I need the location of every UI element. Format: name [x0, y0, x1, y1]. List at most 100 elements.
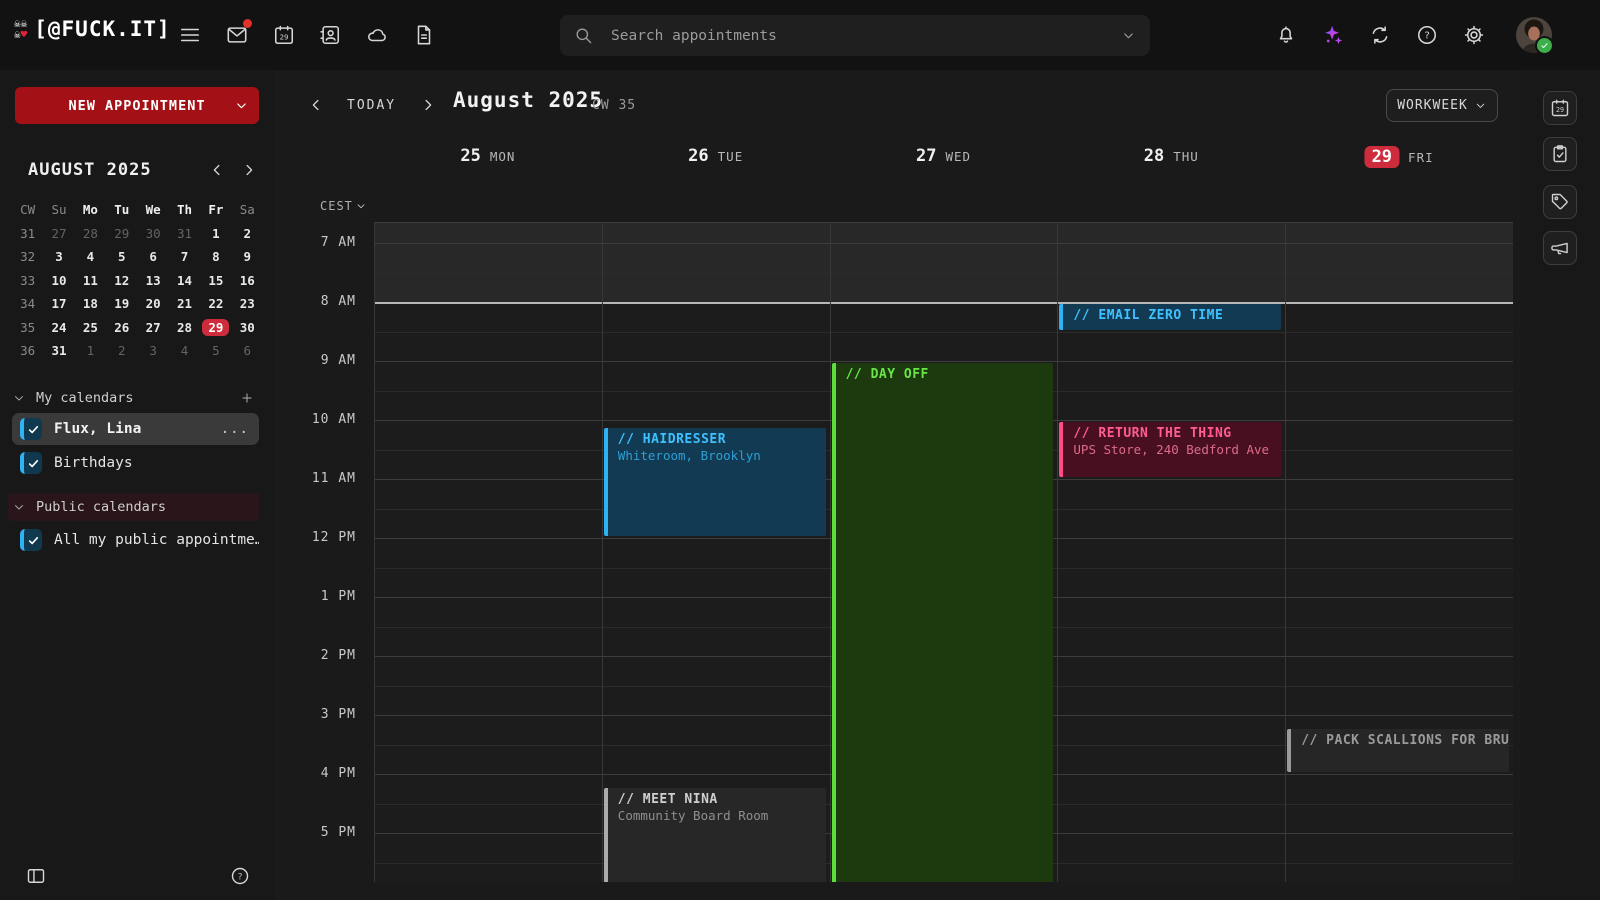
- minical-day[interactable]: 4: [75, 245, 106, 269]
- minical-day[interactable]: 24: [43, 316, 74, 340]
- calendar-grid[interactable]: // HAIDRESSERWhiteroom, Brooklyn // MEET …: [374, 222, 1513, 882]
- minical-day[interactable]: 28: [75, 222, 106, 246]
- minical-day[interactable]: 10: [43, 269, 74, 293]
- minical-day[interactable]: 14: [169, 269, 200, 293]
- minical-day[interactable]: 20: [138, 292, 169, 316]
- notifications-icon[interactable]: [1275, 24, 1297, 46]
- minical-day[interactable]: 30: [232, 316, 263, 340]
- event-return-the-thing[interactable]: // RETURN THE THINGUPS Store, 240 Bedfor…: [1059, 422, 1281, 477]
- day-header[interactable]: 26TUE: [688, 146, 743, 166]
- minical-day[interactable]: 13: [138, 269, 169, 293]
- app-window: ☠☠ ☠♥ [@FUCK.IT] 29: [0, 0, 1600, 900]
- settings-icon[interactable]: [1463, 24, 1485, 46]
- minical-day[interactable]: 29: [106, 222, 137, 246]
- public-calendars-section-header[interactable]: Public calendars: [12, 495, 262, 519]
- more-options-icon[interactable]: ...: [221, 421, 249, 437]
- minical-day[interactable]: 22: [200, 292, 231, 316]
- event-haidresser[interactable]: // HAIDRESSERWhiteroom, Brooklyn: [604, 428, 826, 536]
- next-week-chevron-icon[interactable]: [419, 96, 437, 114]
- minical-day[interactable]: 2: [232, 222, 263, 246]
- minical-day[interactable]: 4: [169, 339, 200, 363]
- calendar-icon[interactable]: 29: [273, 24, 295, 46]
- minical-day[interactable]: 19: [106, 292, 137, 316]
- calendar-item-birthdays[interactable]: Birthdays: [12, 447, 259, 479]
- prev-week-chevron-icon[interactable]: [307, 96, 325, 114]
- ai-sparkle-icon[interactable]: [1322, 24, 1344, 46]
- my-calendars-section-header[interactable]: My calendars: [12, 386, 262, 410]
- minical-day[interactable]: 1: [75, 339, 106, 363]
- new-appointment-button[interactable]: NEW APPOINTMENT: [15, 87, 259, 124]
- minical-next-button[interactable]: [240, 161, 258, 179]
- minical-day[interactable]: 3: [43, 245, 74, 269]
- event-title-prefix: //: [618, 432, 643, 447]
- minical-day[interactable]: 11: [75, 269, 106, 293]
- minical-day[interactable]: 30: [138, 222, 169, 246]
- minical-day[interactable]: 29: [200, 316, 231, 340]
- minical-day[interactable]: 18: [75, 292, 106, 316]
- contacts-icon[interactable]: [319, 24, 341, 46]
- minical-day[interactable]: 3: [138, 339, 169, 363]
- minical-day[interactable]: 5: [106, 245, 137, 269]
- help-icon[interactable]: ?: [1416, 24, 1438, 46]
- minical-day[interactable]: 1: [200, 222, 231, 246]
- help-mini-icon[interactable]: ?: [230, 866, 250, 886]
- calendar-item-flux-lina[interactable]: Flux, Lina ...: [12, 413, 259, 445]
- minical-day[interactable]: 27: [138, 316, 169, 340]
- notes-icon[interactable]: [413, 24, 435, 46]
- day-header[interactable]: 27WED: [916, 146, 971, 166]
- minical-day[interactable]: 31: [169, 222, 200, 246]
- timezone-selector[interactable]: CEST: [320, 199, 367, 213]
- mail-icon[interactable]: [226, 24, 248, 46]
- minical-day[interactable]: 6: [138, 245, 169, 269]
- menu-icon[interactable]: [179, 24, 201, 46]
- today-button[interactable]: TODAY: [341, 97, 402, 114]
- minical-day[interactable]: 23: [232, 292, 263, 316]
- minical-day[interactable]: 5: [200, 339, 231, 363]
- sync-icon[interactable]: [1369, 24, 1391, 46]
- minical-day[interactable]: 9: [232, 245, 263, 269]
- app-logo[interactable]: ☠☠ ☠♥ [@FUCK.IT]: [14, 17, 171, 41]
- event-meet-nina[interactable]: // MEET NINACommunity Board Room: [604, 788, 826, 882]
- minical-day[interactable]: 16: [232, 269, 263, 293]
- minical-day[interactable]: 12: [106, 269, 137, 293]
- calendar-checkbox[interactable]: [20, 529, 42, 551]
- rail-calendar-icon[interactable]: 29: [1543, 91, 1577, 125]
- day-name: WED: [945, 149, 971, 164]
- hour-label: 3 PM: [280, 708, 356, 722]
- minical-prev-button[interactable]: [208, 161, 226, 179]
- rail-announcements-icon[interactable]: [1543, 231, 1577, 265]
- event-email-zero-time[interactable]: // EMAIL ZERO TIME: [1059, 304, 1281, 330]
- search-input[interactable]: [609, 27, 1121, 45]
- day-header[interactable]: 28THU: [1144, 146, 1199, 166]
- event-day-off[interactable]: // DAY OFF: [832, 363, 1054, 882]
- minical-day[interactable]: 7: [169, 245, 200, 269]
- minical-day[interactable]: 25: [75, 316, 106, 340]
- toggle-sidebar-icon[interactable]: [26, 866, 46, 886]
- cloud-icon[interactable]: [366, 24, 388, 46]
- day-header[interactable]: 29FRI: [1365, 146, 1434, 168]
- minical-day[interactable]: 28: [169, 316, 200, 340]
- minical-day[interactable]: 26: [106, 316, 137, 340]
- chevron-down-icon: [1474, 99, 1487, 112]
- minical-day[interactable]: 31: [43, 339, 74, 363]
- minical-day[interactable]: 8: [200, 245, 231, 269]
- minical-day[interactable]: 2: [106, 339, 137, 363]
- rail-tags-icon[interactable]: [1543, 185, 1577, 219]
- minical-day[interactable]: 21: [169, 292, 200, 316]
- rail-tasks-icon[interactable]: [1543, 137, 1577, 171]
- calendar-checkbox[interactable]: [20, 452, 42, 474]
- day-header[interactable]: 25MON: [460, 146, 515, 166]
- minical-day[interactable]: 15: [200, 269, 231, 293]
- minical-day[interactable]: 6: [232, 339, 263, 363]
- avatar[interactable]: [1516, 17, 1552, 53]
- event-pack-scallions-for-brunch[interactable]: // PACK SCALLIONS FOR BRUNCH: [1287, 729, 1509, 772]
- hour-label: 8 AM: [280, 295, 356, 309]
- calendar-checkbox[interactable]: [20, 418, 42, 440]
- add-calendar-icon[interactable]: [240, 391, 254, 405]
- minical-day[interactable]: 17: [43, 292, 74, 316]
- calendar-item-all-public[interactable]: All my public appointme…: [12, 524, 259, 556]
- minical-day[interactable]: 27: [43, 222, 74, 246]
- view-selector-button[interactable]: WORKWEEK: [1386, 89, 1498, 122]
- event-title: // DAY OFF: [846, 366, 1046, 383]
- search-options-chevron-icon[interactable]: [1121, 28, 1136, 43]
